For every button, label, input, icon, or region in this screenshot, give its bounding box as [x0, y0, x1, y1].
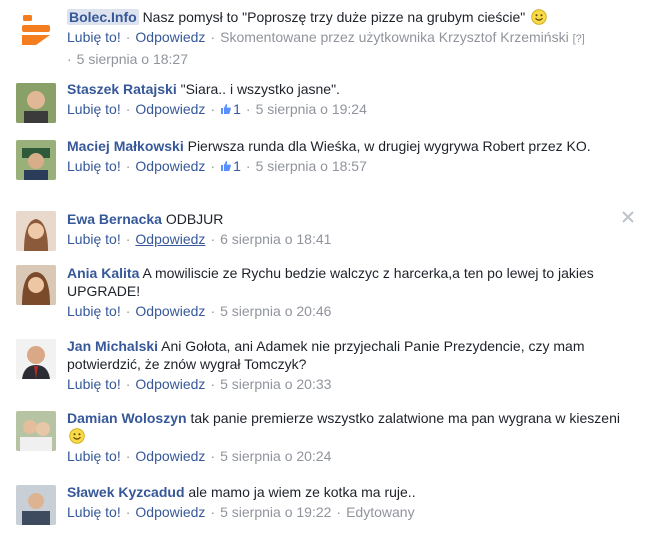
likes-count[interactable]: 1: [220, 158, 241, 174]
comment-author[interactable]: Bolec.Info: [67, 9, 139, 25]
comment-author[interactable]: Damian Woloszyn: [67, 410, 187, 426]
like-link[interactable]: Lubię to!: [67, 376, 121, 392]
comment-author[interactable]: Jan Michalski: [67, 338, 158, 354]
thumbs-up-icon: [221, 161, 232, 171]
commented-by-text: Skomentowane przez użytkownika Krzysztof…: [220, 29, 569, 45]
comment-timestamp[interactable]: 5 sierpnia o 19:22: [220, 504, 331, 520]
comment-text: A mowiliscie ze Rychu bedzie walczyc z h…: [67, 265, 594, 299]
comment-timestamp[interactable]: 6 sierpnia o 18:41: [220, 231, 331, 247]
comment-author[interactable]: Staszek Ratajski: [67, 81, 177, 97]
reply-link[interactable]: Odpowiedz: [135, 231, 205, 247]
reply-link[interactable]: Odpowiedz: [135, 303, 205, 319]
avatar[interactable]: [16, 485, 56, 525]
like-link[interactable]: Lubię to!: [67, 448, 121, 464]
comment-text: tak panie premierze wszystko zalatwione …: [190, 410, 620, 426]
like-link[interactable]: Lubię to!: [67, 101, 121, 117]
page-logo[interactable]: [16, 11, 56, 51]
reply-link[interactable]: Odpowiedz: [135, 448, 205, 464]
avatar[interactable]: [16, 211, 56, 251]
edited-label[interactable]: Edytowany: [346, 504, 414, 520]
comment-timestamp[interactable]: 5 sierpnia o 18:57: [256, 158, 367, 174]
comment-text: ODBJUR: [165, 211, 224, 227]
like-link[interactable]: Lubię to!: [67, 303, 121, 319]
comment-timestamp[interactable]: 5 sierpnia o 20:33: [220, 376, 331, 392]
like-link[interactable]: Lubię to!: [67, 158, 121, 174]
like-link[interactable]: Lubię to!: [67, 231, 121, 247]
comment-author[interactable]: Ania Kalita: [67, 265, 139, 281]
avatar[interactable]: [16, 83, 56, 123]
avatar[interactable]: [16, 265, 56, 305]
comment-text: "Siara.. i wszystko jasne".: [180, 81, 340, 97]
comment-author[interactable]: Maciej Małkowski: [67, 138, 184, 154]
reply-link[interactable]: Odpowiedz: [135, 504, 205, 520]
comment-timestamp[interactable]: 5 sierpnia o 19:24: [256, 101, 367, 117]
thumbs-up-icon: [221, 104, 232, 114]
comment-text: Pierwsza runda dla Wieśka, w drugiej wyg…: [187, 138, 591, 154]
comment-author[interactable]: Sławek Kyzcadud: [67, 484, 185, 500]
smile-icon: [69, 428, 85, 444]
like-link[interactable]: Lubię to!: [67, 504, 121, 520]
comment-timestamp[interactable]: 5 sierpnia o 18:27: [77, 51, 188, 67]
comment-timestamp[interactable]: 5 sierpnia o 20:46: [220, 303, 331, 319]
comment-text: ale mamo ja wiem ze kotka ma ruje..: [188, 484, 416, 500]
smile-icon: [531, 9, 547, 25]
comment-text: Nasz pomysł to "Poproszę trzy duże pizze…: [142, 9, 526, 25]
reply-link[interactable]: Odpowiedz: [135, 158, 205, 174]
reply-link[interactable]: Odpowiedz: [135, 101, 205, 117]
help-link[interactable]: [?]: [573, 33, 585, 45]
likes-count[interactable]: 1: [220, 101, 241, 117]
close-icon[interactable]: [621, 210, 635, 224]
avatar[interactable]: [16, 411, 56, 451]
like-link[interactable]: Lubię to!: [67, 29, 121, 45]
reply-link[interactable]: Odpowiedz: [135, 29, 205, 45]
comment-timestamp[interactable]: 5 sierpnia o 20:24: [220, 448, 331, 464]
reply-link[interactable]: Odpowiedz: [135, 376, 205, 392]
avatar[interactable]: [16, 140, 56, 180]
comment-author[interactable]: Ewa Bernacka: [67, 211, 162, 227]
avatar[interactable]: [16, 339, 56, 379]
